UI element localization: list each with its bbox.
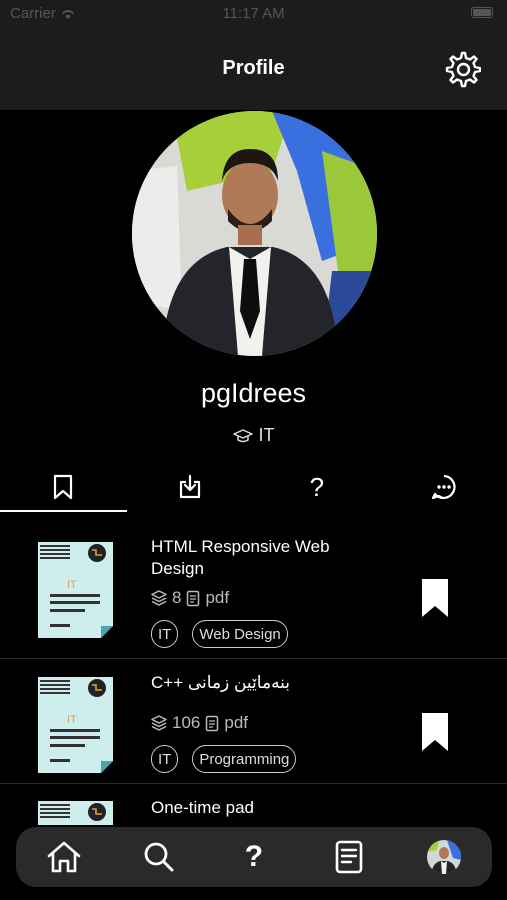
file-icon <box>206 715 219 731</box>
file-format: pdf <box>205 588 230 607</box>
question-icon: ? <box>309 471 325 502</box>
document-thumbnail: IT <box>38 542 113 638</box>
list-item[interactable]: IT HTML Responsive Web Design 8 pdf IT W… <box>0 525 507 659</box>
tab-search[interactable] <box>134 832 184 882</box>
bookmark-button[interactable] <box>420 711 450 753</box>
tab-home[interactable] <box>39 832 89 882</box>
settings-button[interactable] <box>443 50 482 88</box>
file-format: pdf <box>224 713 249 732</box>
document-thumbnail: IT <box>38 801 113 825</box>
search-icon <box>144 842 174 872</box>
status-time: 11:17 AM <box>222 5 285 22</box>
bottom-tab-bar: ? <box>16 827 492 887</box>
tab-profile[interactable] <box>419 832 469 882</box>
tag-chip[interactable]: Web Design <box>192 620 288 648</box>
profile-department: IT <box>0 425 507 446</box>
tag-list: IT Programming <box>151 745 297 773</box>
tab-questions[interactable]: ? <box>254 462 381 512</box>
graduation-cap-icon <box>232 428 253 442</box>
tag-chip[interactable]: IT <box>151 745 179 773</box>
list-item[interactable]: IT بنەماێین زمانی ++C 106 pdf IT Program… <box>0 659 507 784</box>
list-item[interactable]: IT One-time pad <box>0 784 507 825</box>
question-icon: ? <box>244 840 264 873</box>
document-meta: 8 pdf <box>151 588 229 608</box>
file-icon <box>187 590 200 606</box>
document-meta: 106 pdf <box>151 713 248 733</box>
tag-chip[interactable]: IT <box>151 620 179 648</box>
navigation-bar: Profile <box>0 28 507 110</box>
tab-messages[interactable] <box>380 462 507 512</box>
thumbnail-label: IT <box>67 579 77 591</box>
layers-icon <box>151 715 167 731</box>
tab-downloads[interactable] <box>127 462 254 512</box>
tag-list: IT Web Design <box>151 620 288 648</box>
home-icon <box>47 841 80 873</box>
download-icon <box>180 474 201 499</box>
document-title: HTML Responsive Web Design <box>151 537 330 578</box>
bookmark-icon <box>54 474 73 500</box>
page-count: 8 <box>172 588 182 607</box>
thumbnail-label: IT <box>67 714 77 726</box>
document-thumbnail: IT <box>38 677 113 773</box>
profile-username: pgIdrees <box>200 378 307 408</box>
profile-tabs: ? <box>0 462 507 512</box>
tab-documents[interactable] <box>324 832 374 882</box>
avatar <box>427 840 462 874</box>
document-title: One-time pad <box>151 798 254 817</box>
tab-questions-bottom[interactable]: ? <box>229 832 279 882</box>
document-list: IT HTML Responsive Web Design 8 pdf IT W… <box>0 512 507 825</box>
department-label: IT <box>258 425 275 445</box>
tab-saved[interactable] <box>0 462 127 512</box>
page-count: 106 <box>172 713 201 732</box>
battery-icon <box>471 7 493 18</box>
profile-photo[interactable] <box>132 111 377 356</box>
page-title: Profile <box>222 57 285 79</box>
bookmark-button[interactable] <box>420 577 450 619</box>
document-title: بنەماێین زمانی ++C <box>151 673 291 692</box>
document-icon <box>335 840 363 874</box>
layers-icon <box>151 590 167 606</box>
tag-chip[interactable]: Programming <box>192 745 297 773</box>
status-bar: Carrier 11:17 AM <box>0 0 507 28</box>
gear-icon <box>445 51 482 88</box>
chat-icon <box>431 474 456 500</box>
